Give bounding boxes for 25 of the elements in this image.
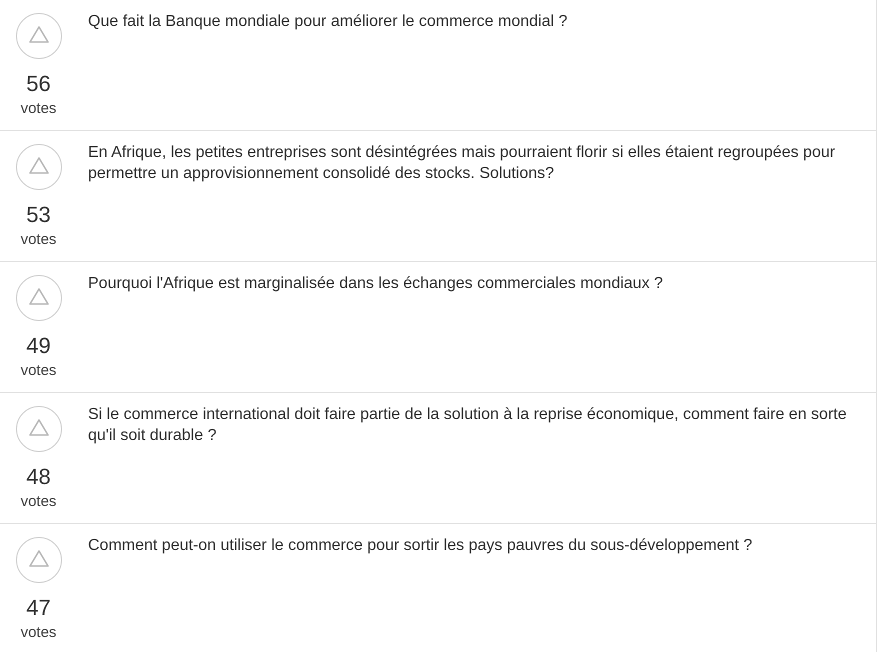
triangle-icon	[28, 419, 48, 436]
vote-count: 56	[26, 71, 51, 97]
upvote-button[interactable]	[16, 144, 62, 190]
vote-count: 48	[26, 464, 51, 490]
question-text: Si le commerce international doit faire partie de la solution à la reprise économique, comment faire en sorte qu'il soit durable ?	[88, 405, 848, 446]
vote-count: 47	[26, 595, 51, 621]
upvote-button[interactable]	[16, 406, 62, 452]
upvote-button[interactable]	[16, 275, 62, 321]
question-text: En Afrique, les petites entreprises sont désintégrées mais pourraient florir si elles étaient regroupées pour permettre un approvisionnement consolidé des stocks. Solutions?	[88, 143, 836, 184]
triangle-icon	[28, 157, 48, 174]
votes-label: votes	[20, 99, 56, 119]
triangle-icon	[28, 288, 48, 305]
votes-label: votes	[20, 623, 56, 643]
votes-label: votes	[20, 230, 56, 250]
vote-count: 53	[26, 202, 51, 228]
upvote-button[interactable]	[16, 13, 62, 59]
votes-label: votes	[20, 361, 56, 381]
question-text: Pourquoi l'Afrique est marginalisée dans les échanges commerciales mondiaux ?	[88, 274, 664, 294]
upvote-button[interactable]	[16, 537, 62, 583]
triangle-icon	[28, 26, 48, 43]
votes-label: votes	[20, 492, 56, 512]
question-text: Que fait la Banque mondiale pour améliorer le commerce mondial ?	[88, 12, 568, 32]
vote-count: 49	[26, 333, 51, 359]
triangle-icon	[28, 550, 48, 567]
question-text: Comment peut-on utiliser le commerce pour sortir les pays pauvres du sous-développement ?	[88, 536, 754, 556]
